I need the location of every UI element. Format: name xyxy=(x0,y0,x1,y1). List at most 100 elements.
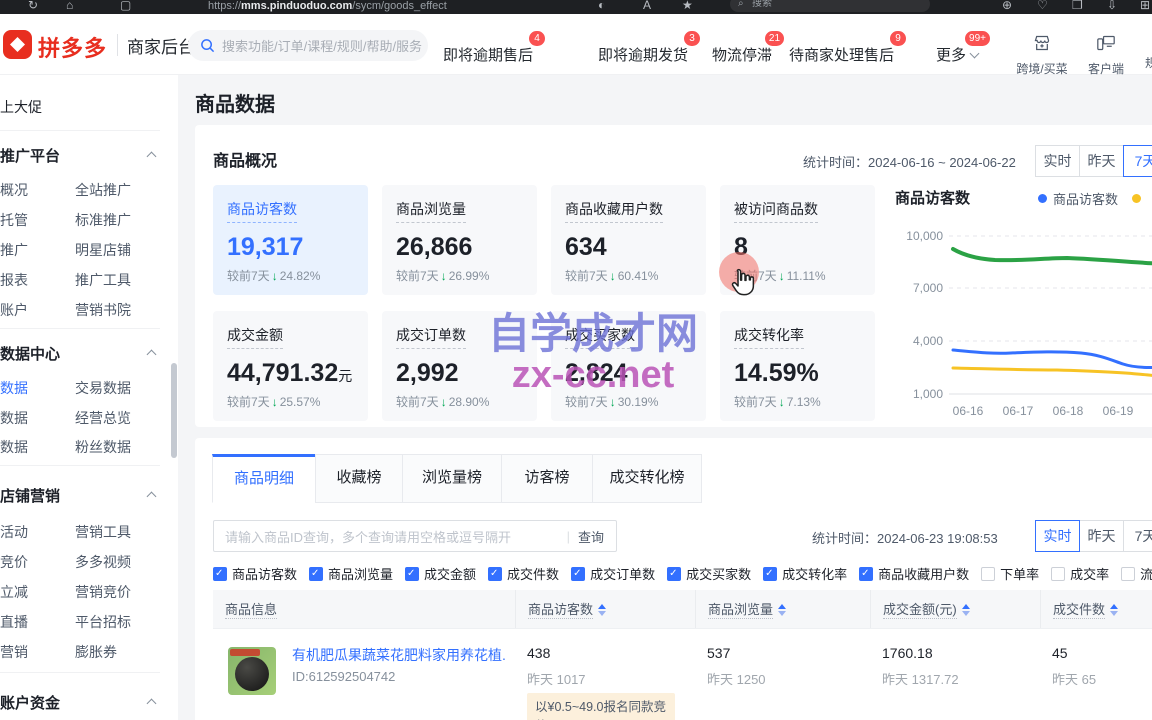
sidebar-item[interactable]: 立减 xyxy=(0,582,28,602)
sidebar-item[interactable]: 标准推广 xyxy=(75,210,131,230)
stat-label[interactable]: 成交买家数 xyxy=(565,325,635,349)
checkbox-checked-icon[interactable] xyxy=(571,567,585,581)
sort-icon[interactable] xyxy=(962,604,970,616)
sidebar-section-shop-marketing[interactable]: 店铺营销 xyxy=(0,485,60,506)
stat-label[interactable]: 成交金额 xyxy=(227,325,283,349)
header-search-input[interactable]: 搜索功能/订单/课程/规则/帮助/服务 xyxy=(188,30,428,61)
stat-label[interactable]: 成交订单数 xyxy=(396,325,466,349)
extensions-icon[interactable]: ⊕ xyxy=(1002,0,1012,12)
sidebar-item[interactable]: 直播 xyxy=(0,612,28,632)
stat-card-gmv[interactable]: 成交金额 44,791.32元 较前7天↓25.57% xyxy=(213,311,368,421)
collections-icon[interactable]: ♡ xyxy=(1037,0,1048,12)
stat-label[interactable]: 商品浏览量 xyxy=(396,199,466,223)
metric-checkbox[interactable]: 商品浏览量 xyxy=(309,564,393,583)
product-title-link[interactable]: 有机肥瓜果蔬菜花肥料家用养花植... xyxy=(292,645,507,665)
metric-checkbox[interactable]: 商品收藏用户数 xyxy=(859,564,969,583)
metric-checkbox[interactable]: 流量损失 xyxy=(1121,564,1152,583)
checkbox-checked-icon[interactable] xyxy=(309,567,323,581)
range-yesterday-button[interactable]: 昨天 xyxy=(1079,145,1124,177)
sort-icon[interactable] xyxy=(598,604,606,616)
product-image[interactable] xyxy=(228,647,276,695)
sidebar-item[interactable]: 推广工具 xyxy=(75,270,131,290)
sidebar-item[interactable]: 经营总览 xyxy=(75,408,131,428)
sidebar-item[interactable]: 数据 xyxy=(0,408,28,428)
reload-icon[interactable]: ↻ xyxy=(28,0,38,12)
metric-checkbox[interactable]: 成交转化率 xyxy=(763,564,847,583)
pinduoduo-logo-icon[interactable] xyxy=(3,30,32,59)
range-7days-button[interactable]: 7天 xyxy=(1123,520,1152,552)
favorite-star-icon[interactable]: ★ xyxy=(682,0,693,12)
chevron-up-icon[interactable] xyxy=(147,350,157,360)
sort-icon[interactable] xyxy=(778,604,786,616)
metric-checkbox[interactable]: 成交率 xyxy=(1051,564,1109,583)
sidebar-item[interactable]: 推广 xyxy=(0,240,28,260)
metric-checkbox[interactable]: 商品访客数 xyxy=(213,564,297,583)
sidebar-item[interactable]: 交易数据 xyxy=(75,378,131,398)
sidebar-item[interactable]: 多多视频 xyxy=(75,552,131,572)
nav-overdue-aftersale[interactable]: 即将逾期售后 4 xyxy=(443,44,533,65)
address-bar[interactable]: https://mms.pinduoduo.com/sycm/goods_eff… xyxy=(208,0,447,12)
chevron-up-icon[interactable] xyxy=(147,699,157,709)
checkbox-checked-icon[interactable] xyxy=(213,567,227,581)
range-realtime-button[interactable]: 实时 xyxy=(1035,145,1080,177)
sidebar-section-data-center[interactable]: 数据中心 xyxy=(0,343,60,364)
stat-card-visitors[interactable]: 商品访客数 19,317 较前7天↓24.82% xyxy=(213,185,368,295)
brand-name[interactable]: 拼多多 xyxy=(38,31,107,63)
nav-logistics-stalled[interactable]: 物流停滞 21 xyxy=(712,44,772,65)
stat-label[interactable]: 商品访客数 xyxy=(227,199,297,223)
nav-pending-aftersale[interactable]: 待商家处理售后 9 xyxy=(789,44,894,65)
checkbox-unchecked-icon[interactable] xyxy=(981,567,995,581)
chevron-up-icon[interactable] xyxy=(147,152,157,162)
checkbox-checked-icon[interactable] xyxy=(667,567,681,581)
stat-label[interactable]: 成交转化率 xyxy=(734,325,804,349)
sidebar-item[interactable]: 数据 xyxy=(0,437,28,457)
sidebar-item[interactable]: 活动 xyxy=(0,522,28,542)
stat-card-conversion[interactable]: 成交转化率 14.59% 较前7天↓7.13% xyxy=(720,311,875,421)
stat-card-buyers[interactable]: 成交买家数 2,824 较前7天↓30.19% xyxy=(551,311,706,421)
checkbox-checked-icon[interactable] xyxy=(405,567,419,581)
sidebar-section-account-funds[interactable]: 账户资金 xyxy=(0,692,60,713)
tab-goods-detail[interactable]: 商品明细 xyxy=(212,454,316,503)
sidebar-item-big-promo[interactable]: 上大促 xyxy=(0,97,42,117)
stat-card-orders[interactable]: 成交订单数 2,992 较前7天↓28.90% xyxy=(382,311,537,421)
range-realtime-button[interactable]: 实时 xyxy=(1035,520,1080,552)
checkbox-unchecked-icon[interactable] xyxy=(1121,567,1135,581)
checkbox-unchecked-icon[interactable] xyxy=(1051,567,1065,581)
downloads-icon[interactable]: ⇩ xyxy=(1107,0,1117,12)
sidebar-item[interactable]: 平台招标 xyxy=(75,612,131,632)
sidebar-section-promotion-platform[interactable]: 推广平台 xyxy=(0,145,60,166)
metric-checkbox[interactable]: 成交买家数 xyxy=(667,564,751,583)
metric-checkbox[interactable]: 成交件数 xyxy=(488,564,559,583)
sidebar-item[interactable]: 膨胀券 xyxy=(75,642,117,662)
tool-client-app[interactable]: 客户端 xyxy=(1074,34,1138,77)
metric-checkbox[interactable]: 成交金额 xyxy=(405,564,476,583)
tab-pageview-rank[interactable]: 浏览量榜 xyxy=(402,454,502,503)
browser-search[interactable]: ⌕搜索 xyxy=(730,0,930,12)
split-screen-icon[interactable]: ❐ xyxy=(1072,0,1083,12)
sidebar-item-active[interactable]: 数据 xyxy=(0,378,28,398)
stat-card-favorites[interactable]: 商品收藏用户数 634 较前7天↓60.41% xyxy=(551,185,706,295)
sidebar-item[interactable]: 竞价 xyxy=(0,552,28,572)
sidebar-item[interactable]: 全站推广 xyxy=(75,180,131,200)
metric-checkbox[interactable]: 成交订单数 xyxy=(571,564,655,583)
range-yesterday-button[interactable]: 昨天 xyxy=(1079,520,1124,552)
sidebar-scrollbar[interactable] xyxy=(171,363,177,458)
query-button[interactable]: 查询 xyxy=(570,527,616,546)
sidebar-item[interactable]: 账户 xyxy=(0,300,28,320)
sidebar-item[interactable]: 托管 xyxy=(0,210,28,230)
sidebar-item[interactable]: 概况 xyxy=(0,180,28,200)
font-size-icon[interactable]: A xyxy=(643,0,651,12)
sidebar-item[interactable]: 营销工具 xyxy=(75,522,131,542)
tab-visitor-rank[interactable]: 访客榜 xyxy=(501,454,593,503)
sidebar-item[interactable]: 营销书院 xyxy=(75,300,131,320)
sidebar-item[interactable]: 营销竞价 xyxy=(75,582,131,602)
home-icon[interactable]: ⌂ xyxy=(66,0,73,12)
promo-bid-tag[interactable]: 以¥0.5~49.0报名同款竞价 xyxy=(527,693,675,720)
sidebar-item[interactable]: 明星店铺 xyxy=(75,240,131,260)
stat-card-pageviews[interactable]: 商品浏览量 26,866 较前7天↓26.99% xyxy=(382,185,537,295)
menu-icon[interactable]: ⊞ xyxy=(1140,0,1150,12)
stat-label[interactable]: 商品收藏用户数 xyxy=(565,199,663,223)
page-info-icon[interactable]: ▢ xyxy=(120,0,131,12)
nav-overdue-shipment[interactable]: 即将逾期发货 3 xyxy=(598,44,688,65)
nav-more[interactable]: 更多 99+ xyxy=(936,44,978,65)
